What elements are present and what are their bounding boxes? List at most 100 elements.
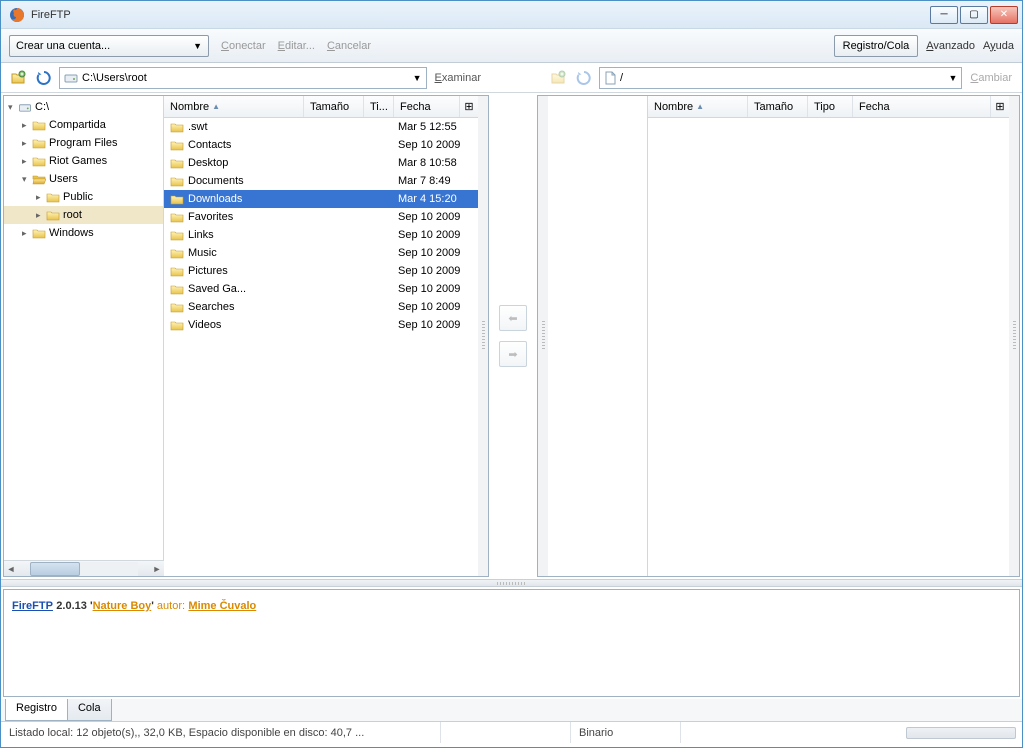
local-rows[interactable]: .swtMar 5 12:55 Contacts Sep 10 2009 Deskto… [164, 118, 478, 576]
remote-pane-splitter-left[interactable] [538, 96, 548, 576]
file-date: Sep 10 2009 [394, 211, 478, 223]
file-date: Sep 10 2009 [394, 139, 478, 151]
tab-registro[interactable]: Registro [5, 699, 68, 721]
log-splitter[interactable] [1, 579, 1022, 587]
folder-icon [170, 140, 184, 151]
remote-path-text: / [620, 72, 945, 84]
local-pane: ▾C:\▸Compartida▸Program Files▸Riot Games… [3, 95, 489, 577]
file-row[interactable]: DesktopMar 8 10:58 [164, 154, 478, 172]
col-size[interactable]: Tamaño [748, 96, 808, 117]
column-picker-button[interactable]: ⊞ [460, 96, 478, 117]
log-author-link[interactable]: Mime Čuvalo [188, 600, 256, 612]
file-name: Contacts [188, 139, 231, 151]
twisty-icon: ▸ [22, 120, 32, 131]
folder-icon [170, 248, 184, 259]
file-row[interactable]: VideosSep 10 2009 [164, 316, 478, 334]
col-date[interactable]: Fecha [853, 96, 991, 117]
folder-icon [170, 158, 184, 169]
tree-node[interactable]: ▾Users [4, 170, 163, 188]
folder-icon [170, 302, 184, 313]
file-row[interactable]: SearchesSep 10 2009 [164, 298, 478, 316]
file-row[interactable]: Saved Ga...Sep 10 2009 [164, 280, 478, 298]
account-label: Crear una cuenta... [16, 40, 110, 52]
col-name[interactable]: Nombre▲ [164, 96, 304, 117]
file-row[interactable]: Pictures Sep 10 2009 [164, 262, 478, 280]
file-name: Pictures [188, 265, 228, 277]
refresh-icon [36, 70, 52, 86]
local-browse-button[interactable]: Examinar [431, 72, 485, 84]
status-mid [441, 722, 571, 743]
remote-rows[interactable] [648, 118, 1009, 576]
help-menu[interactable]: Ayuda [983, 40, 1014, 52]
remote-refresh-button[interactable] [573, 67, 595, 89]
file-row[interactable]: MusicSep 10 2009 [164, 244, 478, 262]
twisty-icon: ▸ [22, 156, 32, 167]
local-path-combo[interactable]: C:\Users\root ▼ [59, 67, 427, 89]
upload-button[interactable]: ➡ [499, 341, 527, 367]
main-toolbar: Crear una cuenta... ▼ Conectar Editar...… [1, 29, 1022, 63]
file-row[interactable]: DownloadsMar 4 15:20 [164, 190, 478, 208]
col-date[interactable]: Fecha [394, 96, 460, 117]
log-version: 2.0.13 ' [56, 600, 92, 612]
col-size[interactable]: Tamaño [304, 96, 364, 117]
tree-node[interactable]: ▸Compartida [4, 116, 163, 134]
col-type[interactable]: Tipo [808, 96, 853, 117]
file-name: Links [188, 229, 214, 241]
file-row[interactable]: .swtMar 5 12:55 [164, 118, 478, 136]
advanced-menu[interactable]: Avanzado [926, 40, 975, 52]
transfer-column: ⬅ ➡ [491, 93, 535, 579]
download-button[interactable]: ⬅ [499, 305, 527, 331]
window-title: FireFTP [31, 9, 71, 21]
file-name: Desktop [188, 157, 228, 169]
connect-button[interactable]: Conectar [221, 40, 266, 52]
tree-node[interactable]: ▸Windows [4, 224, 163, 242]
file-row[interactable]: FavoritesSep 10 2009 [164, 208, 478, 226]
file-name: Music [188, 247, 217, 259]
file-row[interactable]: DocumentsMar 7 8:49 [164, 172, 478, 190]
arrow-left-icon: ⬅ [508, 312, 517, 325]
file-row[interactable]: Contacts Sep 10 2009 [164, 136, 478, 154]
tree-node[interactable]: ▸Public [4, 188, 163, 206]
local-path-text: C:\Users\root [82, 72, 409, 84]
status-bar: Listado local: 12 objeto(s),, 32,0 KB, E… [1, 721, 1022, 743]
remote-change-button[interactable]: Cambiar [966, 72, 1016, 84]
file-date: Sep 10 2009 [394, 229, 478, 241]
account-dropdown[interactable]: Crear una cuenta... ▼ [9, 35, 209, 57]
twisty-icon: ▸ [22, 138, 32, 149]
cancel-button[interactable]: Cancelar [327, 40, 371, 52]
local-tree-hscroll[interactable]: ◄► [4, 560, 164, 576]
remote-pane-splitter-right[interactable] [1009, 96, 1019, 576]
file-date: Sep 10 2009 [394, 265, 478, 277]
local-tree[interactable]: ▾C:\▸Compartida▸Program Files▸Riot Games… [4, 96, 164, 560]
tree-node[interactable]: ▸Program Files [4, 134, 163, 152]
tree-node[interactable]: ▸Riot Games [4, 152, 163, 170]
dropdown-arrow-icon: ▼ [413, 73, 422, 83]
log-queue-button[interactable]: Registro/Cola [834, 35, 919, 57]
dropdown-arrow-icon: ▼ [949, 73, 958, 83]
log-codename-link[interactable]: Nature Boy [93, 600, 152, 612]
tab-cola[interactable]: Cola [67, 699, 112, 721]
tree-node[interactable]: ▾C:\ [4, 98, 163, 116]
local-refresh-button[interactable] [33, 67, 55, 89]
log-product-link[interactable]: FireFTP [12, 600, 53, 612]
file-row[interactable]: Links Sep 10 2009 [164, 226, 478, 244]
sort-asc-icon: ▲ [696, 102, 704, 111]
local-pane-splitter[interactable] [478, 96, 488, 576]
column-picker-button[interactable]: ⊞ [991, 96, 1009, 117]
col-name[interactable]: Nombre▲ [648, 96, 748, 117]
remote-path-combo[interactable]: / ▼ [599, 67, 962, 89]
edit-button[interactable]: Editar... [278, 40, 315, 52]
tree-node[interactable]: ▸root [4, 206, 163, 224]
remote-new-folder-button[interactable] [547, 67, 569, 89]
col-type[interactable]: Ti... [364, 96, 394, 117]
file-name: Searches [188, 301, 234, 313]
maximize-button[interactable]: ▢ [960, 6, 988, 24]
path-bar: C:\Users\root ▼ Examinar / ▼ Cambiar [1, 63, 1022, 93]
status-progress-bar [906, 727, 1016, 739]
local-new-folder-button[interactable] [7, 67, 29, 89]
close-button[interactable]: ✕ [990, 6, 1018, 24]
folder-open-icon [32, 174, 46, 185]
new-folder-icon [10, 70, 26, 86]
minimize-button[interactable]: ─ [930, 6, 958, 24]
remote-tree[interactable] [548, 96, 648, 576]
